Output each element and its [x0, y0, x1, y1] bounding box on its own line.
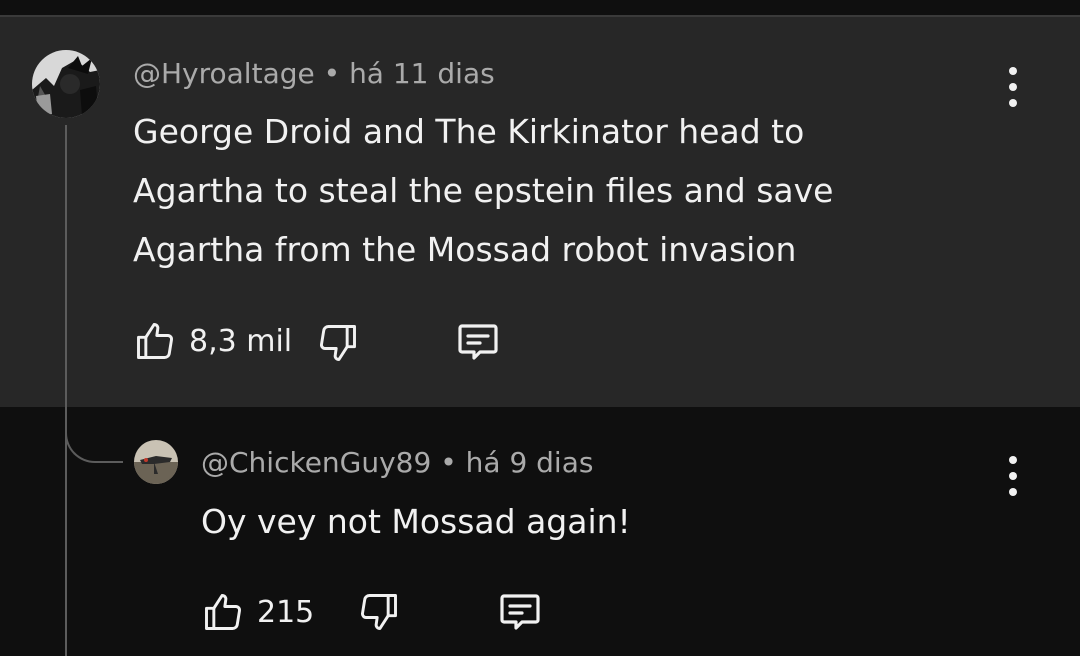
comments-screen: @Hyroaltage • há 11 dias George Droid an… [0, 0, 1080, 656]
comment-body: George Droid and The Kirkinator head to … [133, 102, 833, 279]
reply-time: há 9 dias [465, 446, 594, 479]
dislike-button[interactable] [316, 321, 360, 365]
thumbs-down-icon [320, 325, 356, 361]
thread-connector [65, 405, 123, 463]
comment-meta: @Hyroaltage • há 11 dias [133, 57, 495, 90]
comment-line: Agartha to steal the epstein files and s… [133, 171, 834, 210]
comment-icon [458, 324, 498, 360]
reply-meta: @ChickenGuy89 • há 9 dias [201, 446, 593, 479]
comment-line: George Droid and The Kirkinator head to [133, 112, 805, 151]
comment-line: Agartha from the Mossad robot invasion [133, 230, 797, 269]
meta-separator: • [440, 446, 457, 479]
thumbs-up-icon [137, 323, 173, 359]
comment-icon [500, 594, 540, 630]
reply-body: Oy vey not Mossad again! [201, 492, 631, 551]
thumbs-down-icon [361, 594, 397, 630]
avatar-hyroaltage[interactable] [32, 50, 100, 118]
avatar-image [134, 440, 178, 484]
thumbs-up-icon [205, 594, 241, 630]
comment-author[interactable]: @Hyroaltage [133, 57, 315, 90]
reply-like-button[interactable]: 215 [201, 590, 314, 634]
reply-dislike-button[interactable] [357, 590, 401, 634]
like-button[interactable]: 8,3 mil [133, 319, 292, 363]
avatar-image [32, 50, 100, 118]
reply-line: Oy vey not Mossad again! [201, 502, 631, 541]
meta-separator: • [323, 57, 341, 90]
reply-author[interactable]: @ChickenGuy89 [201, 446, 431, 479]
reply-like-count: 215 [257, 594, 315, 630]
reply-reply-button[interactable] [496, 588, 544, 636]
avatar-chickenguy89[interactable] [134, 440, 178, 484]
comment-time: há 11 dias [349, 57, 495, 90]
reply-button[interactable] [454, 318, 502, 366]
comment-more-vertical-icon[interactable] [998, 67, 1028, 107]
top-strip [0, 0, 1080, 15]
thread-line [65, 125, 67, 656]
like-count: 8,3 mil [189, 323, 293, 359]
reply-more-vertical-icon[interactable] [998, 456, 1028, 496]
